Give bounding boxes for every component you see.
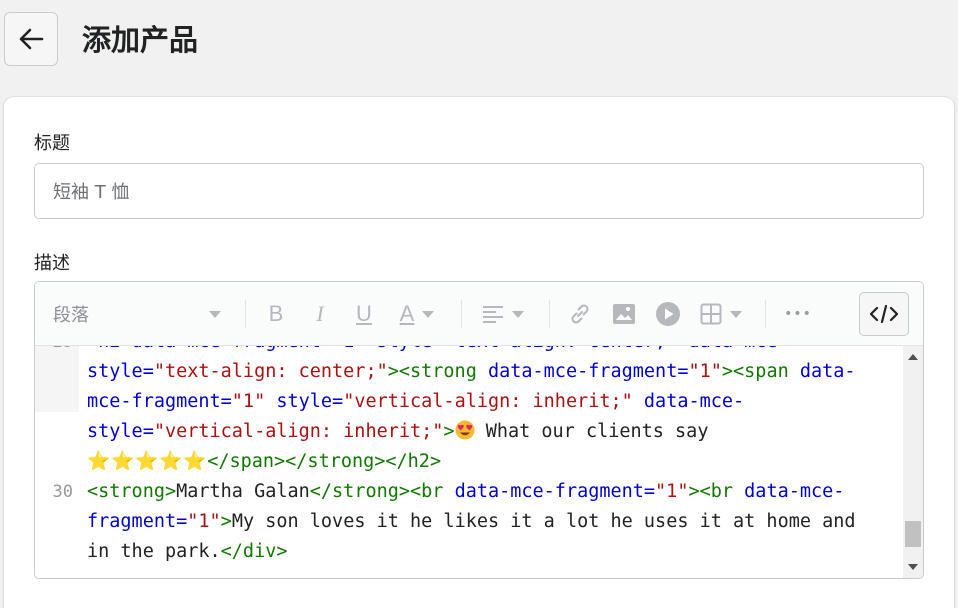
- code-token: My son loves it he likes it a lot he use…: [231, 511, 856, 532]
- code-token: "text-align: center;": [153, 361, 388, 382]
- code-token: >: [220, 511, 232, 532]
- arrow-left-icon: [19, 28, 44, 50]
- image-button[interactable]: [609, 300, 639, 328]
- code-editor[interactable]: 29 <h2 data-mce-fragment="1" style="text…: [35, 346, 923, 578]
- code-token: Martha Galan: [176, 481, 310, 502]
- code-token: "vertical-align: inherit;": [343, 391, 633, 412]
- bold-button[interactable]: B: [261, 300, 291, 328]
- line-number: 29: [41, 346, 73, 357]
- description-label: 描述: [34, 253, 70, 274]
- code-token: "vertical-align: inherit;": [153, 421, 444, 442]
- code-token: style=: [87, 421, 154, 442]
- stars-emoji: ⭐⭐⭐⭐⭐: [87, 451, 208, 472]
- toolbar-divider: [765, 300, 766, 328]
- italic-icon: I: [316, 301, 324, 326]
- chevron-down-icon: [730, 310, 742, 318]
- code-token: </span></strong></h2>: [207, 451, 442, 472]
- code-token: ><span: [721, 361, 800, 382]
- code-token: <strong>: [87, 481, 177, 502]
- code-view-button[interactable]: [859, 292, 909, 336]
- code-token: mce-fragment=: [87, 391, 232, 412]
- title-label: 标题: [34, 133, 70, 154]
- code-token: "1": [231, 391, 266, 412]
- title-input[interactable]: 短袖 T 恤: [34, 163, 924, 219]
- paragraph-select[interactable]: 段落: [53, 300, 231, 328]
- chevron-down-icon: [209, 311, 221, 318]
- editor-toolbar: 段落 B I U A •••: [35, 282, 923, 346]
- table-icon: [700, 303, 722, 325]
- scroll-up-arrow-icon[interactable]: [908, 354, 918, 360]
- line-number: 30: [52, 482, 73, 502]
- code-token: data-mce-: [632, 391, 745, 412]
- code-token: </div>: [220, 541, 288, 562]
- code-token: </strong><br: [309, 481, 455, 502]
- code-token: style=: [265, 391, 344, 412]
- image-icon: [613, 304, 635, 324]
- align-button[interactable]: [477, 300, 529, 328]
- description-editor: 段落 B I U A ••• style="text-align: center…: [34, 281, 924, 579]
- back-button[interactable]: [4, 12, 58, 66]
- code-token: data-mce-: [744, 481, 845, 502]
- code-line: ⭐⭐⭐⭐⭐</span></strong></h2>: [87, 447, 441, 477]
- code-token: ><br: [688, 481, 745, 502]
- text-color-button[interactable]: A: [391, 300, 443, 328]
- code-token: What our clients say: [474, 421, 709, 442]
- code-token: data-mce-fragment=: [487, 361, 689, 382]
- code-line: mce-fragment="1" style="vertical-align: …: [87, 387, 744, 417]
- code-line: <strong>Martha Galan</strong><br data-mc…: [87, 477, 844, 507]
- text-color-icon: A: [399, 301, 415, 326]
- link-icon: [571, 304, 589, 324]
- underline-button[interactable]: U: [349, 300, 379, 328]
- code-token: data-mce-fragment=: [454, 481, 656, 502]
- align-icon: [483, 306, 503, 323]
- table-button[interactable]: [695, 300, 747, 328]
- video-button[interactable]: [653, 300, 683, 328]
- code-view-icon: [869, 304, 899, 324]
- heart-eyes-emoji-icon: [455, 420, 475, 440]
- code-token: data-: [799, 361, 856, 382]
- code-line: fragment="1">My son loves it he likes it…: [87, 507, 856, 537]
- video-icon: [656, 302, 680, 326]
- code-token: fragment=: [87, 511, 188, 532]
- code-token: "1": [655, 481, 689, 502]
- more-icon: •••: [784, 306, 812, 322]
- product-card: 标题 短袖 T 恤 描述 段落 B I U A ••• style="text-…: [4, 97, 954, 608]
- scrollbar-thumb[interactable]: [905, 521, 921, 547]
- scroll-down-arrow-icon[interactable]: [908, 564, 918, 570]
- link-button[interactable]: [565, 300, 595, 328]
- paragraph-select-value: 段落: [53, 305, 89, 326]
- code-token: "1": [187, 511, 221, 532]
- code-token: in the park.: [87, 541, 221, 562]
- code-line-clipped: <h2 data-mce-fragment="1" style="text-al…: [87, 346, 789, 357]
- chevron-down-icon: [512, 310, 524, 318]
- code-token: >: [443, 421, 455, 442]
- code-token: style=: [87, 361, 154, 382]
- toolbar-divider: [549, 300, 550, 328]
- code-line: style="text-align: center;"><strong data…: [87, 357, 856, 387]
- more-button[interactable]: •••: [781, 300, 815, 328]
- code-token: ><strong: [387, 361, 488, 382]
- code-scrollbar[interactable]: [903, 346, 923, 578]
- italic-button[interactable]: I: [305, 300, 335, 328]
- bold-icon: B: [268, 301, 284, 326]
- underline-icon: U: [356, 301, 372, 326]
- page-title: 添加产品: [82, 23, 199, 57]
- chevron-down-icon: [422, 310, 435, 318]
- code-token: "1": [688, 361, 722, 382]
- code-line: in the park.</div>: [87, 537, 287, 567]
- toolbar-divider: [461, 300, 462, 328]
- title-input-value: 短袖 T 恤: [53, 182, 130, 203]
- code-line: style="vertical-align: inherit;"> What o…: [87, 417, 708, 447]
- toolbar-divider: [245, 300, 246, 328]
